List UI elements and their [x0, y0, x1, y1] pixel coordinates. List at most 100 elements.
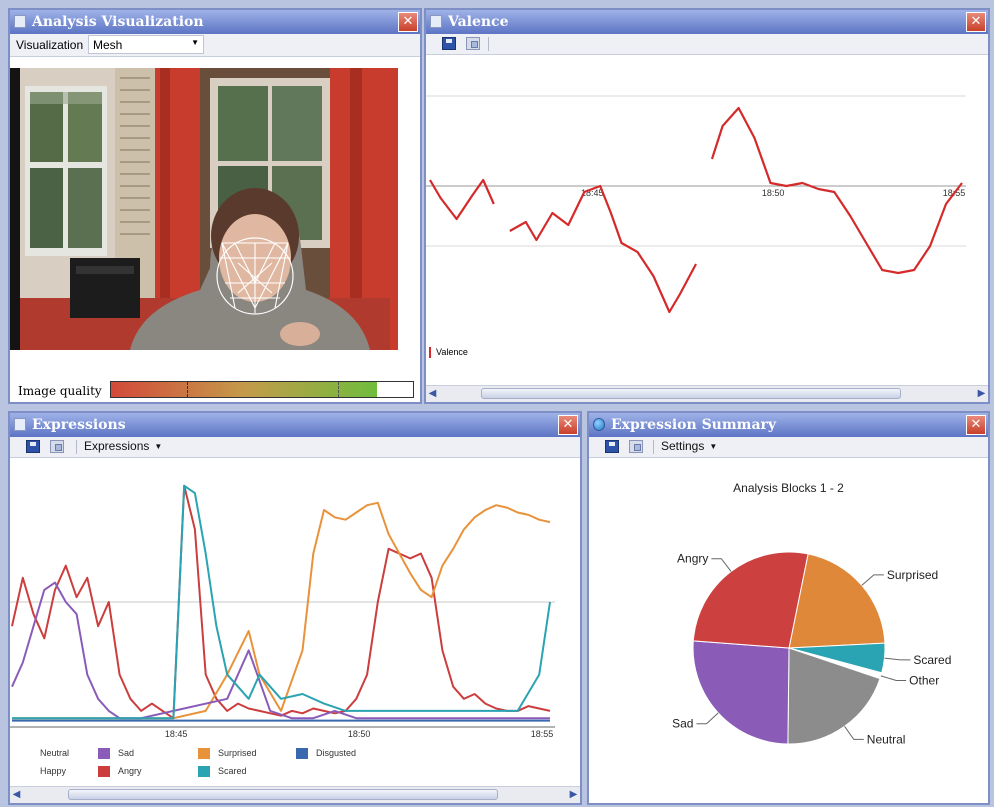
image-quality-label: Image quality [18, 384, 102, 398]
pie-slice-label: Angry [677, 552, 708, 566]
image-quality-marker-1 [187, 382, 188, 397]
pie-leader-line [844, 726, 864, 740]
expressions-dropdown[interactable]: Expressions ▼ [84, 439, 162, 453]
save-icon[interactable] [605, 440, 619, 453]
legend-item: Scared [198, 766, 247, 777]
expressions-titlebar[interactable]: Expressions [10, 413, 580, 437]
x-tick-label: 18:45 [165, 729, 188, 739]
legend-item: Happy [20, 766, 66, 777]
scroll-thumb[interactable] [68, 789, 498, 800]
panel-title: Valence [448, 14, 509, 30]
expressions-chart: 18:45 18:50 18:55 [10, 484, 555, 739]
window-icon [14, 15, 26, 28]
chevron-down-icon: ▼ [154, 442, 163, 452]
legend-item: Surprised [198, 748, 257, 759]
pie-leader-line [884, 657, 911, 661]
pie-leader-line [711, 558, 732, 572]
legend-item: Sad [98, 748, 134, 759]
close-button[interactable]: ✕ [966, 12, 986, 32]
scroll-right-icon[interactable]: ▶ [567, 788, 580, 801]
expressions-dropdown-label: Expressions [84, 439, 150, 453]
webcam-video [10, 68, 398, 350]
legend-item: Angry [98, 766, 142, 777]
summary-toolbar: Settings ▼ [589, 437, 988, 458]
legend-label: Angry [118, 766, 142, 776]
visualization-select[interactable]: Mesh ▼ [88, 35, 204, 54]
scroll-right-icon[interactable]: ▶ [975, 387, 988, 400]
x-tick-label: 18:55 [531, 729, 554, 739]
window-icon [430, 15, 442, 28]
settings-dropdown[interactable]: Settings ▼ [661, 439, 717, 453]
pie-slice-angry [692, 551, 809, 649]
valence-legend-label: Valence [436, 347, 468, 357]
analysis-visualization-titlebar[interactable]: Analysis Visualization [10, 10, 420, 34]
pie-slice-label: Scared [913, 653, 951, 667]
pie-slice-label: Other [909, 673, 939, 687]
legend-swatch [296, 748, 308, 759]
legend-swatch [198, 748, 210, 759]
expression-summary-titlebar[interactable]: Expression Summary [589, 413, 988, 437]
legend-swatch [20, 766, 32, 777]
settings-dropdown-label: Settings [661, 439, 705, 453]
legend-swatch [98, 748, 110, 759]
pie-chart-title: Analysis Blocks 1 - 2 [733, 481, 844, 495]
expressions-panel: Expressions ✕ Expressions ▼ 18:45 18:50 18:… [8, 411, 582, 805]
legend-label: Sad [118, 748, 135, 758]
pie-slice-label: Surprised [887, 568, 938, 582]
scroll-left-icon[interactable]: ◀ [426, 387, 439, 400]
legend-label: Scared [218, 766, 247, 776]
panel-title: Expressions [32, 417, 126, 433]
toolbar-separator [488, 37, 489, 51]
legend-swatch [98, 766, 110, 777]
image-quality-marker-2 [338, 382, 339, 397]
x-tick-label: 18:50 [762, 188, 785, 198]
save-icon[interactable] [26, 440, 40, 453]
window-icon [14, 418, 26, 431]
expressions-scrollbar[interactable]: ◀ ▶ [10, 786, 580, 803]
pie-slice-label: Sad [672, 717, 693, 731]
x-tick-label: 18:50 [348, 729, 371, 739]
visualization-toolbar: Visualization Mesh ▼ [10, 34, 420, 57]
pie-slice-sad [692, 640, 790, 745]
analysis-visualization-panel: Analysis Visualization ✕ Visualization M… [8, 8, 422, 404]
legend-label: Neutral [40, 748, 70, 758]
toolbar-separator [76, 440, 77, 454]
save-icon[interactable] [442, 37, 456, 50]
valence-scrollbar[interactable]: ◀ ▶ [426, 385, 988, 402]
visualization-label: Visualization [16, 38, 84, 52]
toolbar-separator [653, 440, 654, 454]
image-quality-bar [110, 381, 414, 398]
valence-series-line [509, 184, 697, 314]
visualization-select-value: Mesh [93, 38, 123, 52]
image-quality-fill [111, 382, 377, 397]
legend-label: Happy [40, 766, 67, 776]
expressions-toolbar: Expressions ▼ [10, 437, 580, 458]
panel-title: Expression Summary [611, 417, 777, 433]
close-button[interactable]: ✕ [966, 415, 986, 435]
copy-icon[interactable] [629, 440, 643, 453]
valence-panel: Valence ✕ 18:45 18:50 18:55 Valence ◀ ▶ [424, 8, 990, 404]
legend-swatch [198, 766, 210, 777]
copy-icon[interactable] [50, 440, 64, 453]
pie-slice-label: Neutral [867, 732, 906, 746]
chevron-down-icon: ▼ [709, 442, 718, 452]
valence-series-line [710, 106, 963, 275]
scroll-thumb[interactable] [481, 388, 901, 399]
globe-icon [593, 418, 605, 431]
legend-item: Disgusted [296, 748, 356, 759]
valence-legend-swatch [429, 347, 431, 358]
expression-pie-chart: Surprised Scared Other Neutral Sad Angry [672, 551, 951, 746]
legend-label: Surprised [218, 748, 257, 758]
valence-titlebar[interactable]: Valence [426, 10, 988, 34]
legend-swatch [20, 748, 32, 759]
close-button[interactable]: ✕ [558, 415, 578, 435]
valence-toolbar [426, 34, 988, 55]
expression-summary-panel: Expression Summary ✕ Settings ▼ Analysis … [587, 411, 990, 805]
scroll-left-icon[interactable]: ◀ [10, 788, 23, 801]
copy-icon[interactable] [466, 37, 480, 50]
close-button[interactable]: ✕ [398, 12, 418, 32]
legend-label: Disgusted [316, 748, 357, 758]
valence-chart: 18:45 18:50 18:55 [426, 95, 966, 314]
legend-item: Neutral [20, 748, 69, 759]
pie-leader-line [696, 712, 719, 725]
